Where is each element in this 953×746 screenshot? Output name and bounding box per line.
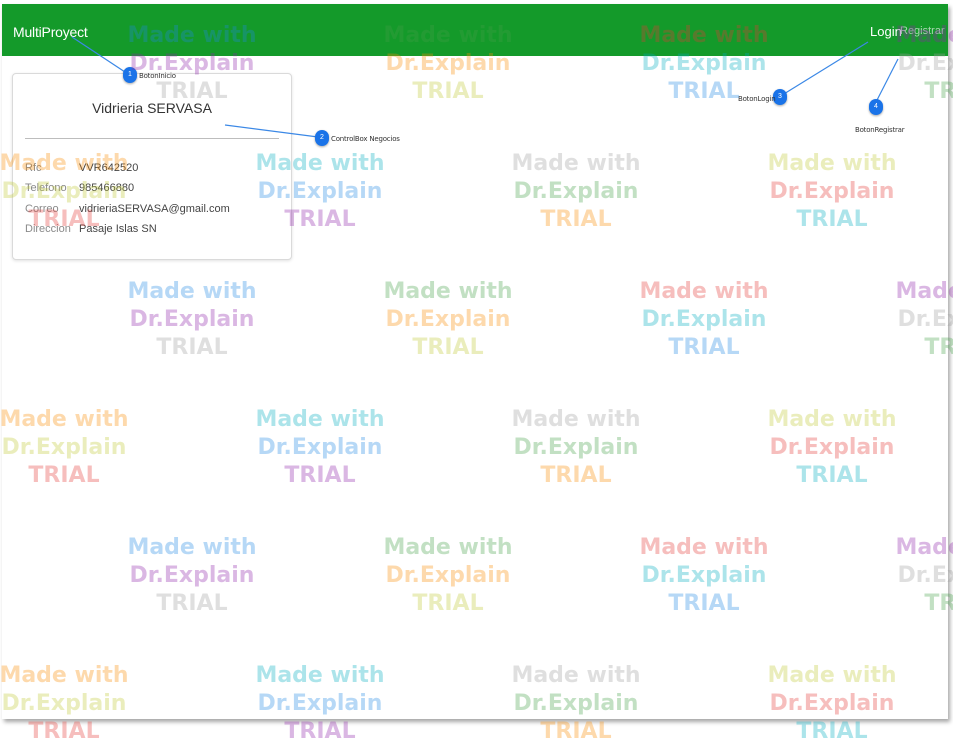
- callout-marker-2: 2: [315, 130, 329, 146]
- callout-marker-1: 1: [123, 67, 137, 83]
- callout-label-4: BotonRegistrar: [855, 126, 905, 134]
- callout-label-1: BotonInicio: [139, 72, 176, 80]
- callout-label-2: ControlBox Negocios: [331, 135, 400, 143]
- callout-lines: [71, 36, 899, 138]
- callout-line-4: [874, 58, 899, 105]
- callout-line-3: [778, 41, 869, 98]
- callout-label-3: BotonLogin: [738, 95, 776, 103]
- callout-line-1: [71, 36, 129, 75]
- callout-line-2: [224, 124, 319, 138]
- callout-marker-4: 4: [869, 99, 883, 115]
